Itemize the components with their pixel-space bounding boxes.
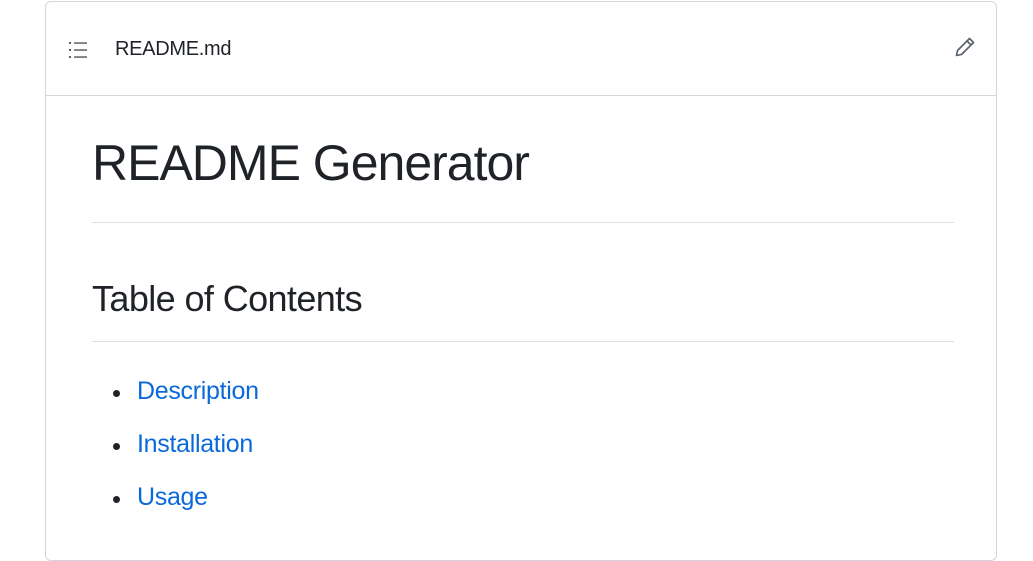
bullet — [113, 496, 120, 503]
list-unordered-icon[interactable] — [69, 40, 87, 60]
bullet — [113, 390, 120, 397]
file-name: README.md — [115, 38, 232, 60]
toc-heading: Table of Contents — [92, 278, 363, 319]
list-item: Usage — [92, 485, 259, 538]
toc-divider — [92, 341, 954, 342]
readme-container: README.md README Generator Table of Cont… — [45, 1, 997, 561]
list-item: Description — [92, 379, 259, 432]
toc-list: Description Installation Usage — [92, 379, 259, 538]
toc-link-description[interactable]: Description — [137, 377, 259, 405]
bullet — [113, 443, 120, 450]
list-item: Installation — [92, 432, 259, 485]
title-divider — [92, 222, 954, 223]
toc-link-installation[interactable]: Installation — [137, 430, 253, 458]
pencil-icon[interactable] — [954, 36, 976, 58]
toc-link-usage[interactable]: Usage — [137, 483, 208, 511]
readme-header: README.md — [46, 2, 996, 96]
page-title: README Generator — [92, 135, 530, 191]
